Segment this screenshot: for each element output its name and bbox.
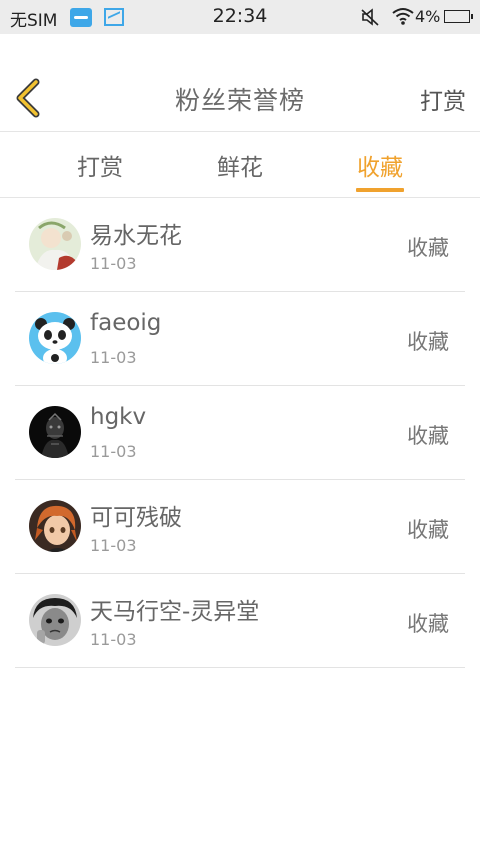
fan-date: 11-03 (90, 254, 137, 273)
list-item[interactable]: 易水无花 11-03 收藏 (15, 198, 465, 292)
tab-reward[interactable]: 打赏 (50, 148, 150, 182)
mute-icon (361, 8, 379, 26)
active-tab-indicator (356, 188, 404, 192)
avatar (29, 406, 81, 458)
battery-icon (444, 10, 473, 23)
favorite-label: 收藏 (407, 424, 449, 448)
fan-name: 可可残破 (90, 505, 182, 531)
fan-date: 11-03 (90, 442, 137, 461)
page-title: 粉丝荣誉榜 (174, 86, 305, 115)
avatar (29, 500, 81, 552)
list-item[interactable]: faeoig 11-03 收藏 (15, 292, 465, 386)
tab-flowers[interactable]: 鲜花 (190, 148, 290, 182)
list-item[interactable]: hgkv 11-03 收藏 (15, 386, 465, 480)
status-bar: 无SIM 22:34 4% (0, 0, 480, 34)
fan-name: faeoig (90, 310, 162, 336)
tab-favorites[interactable]: 收藏 (330, 148, 430, 182)
fan-name: hgkv (90, 404, 147, 430)
battery-percent: 4% (415, 7, 441, 26)
fan-list: 易水无花 11-03 收藏 faeoig 11-03 收藏 hgkv 11-03… (0, 198, 480, 668)
list-item[interactable]: 天马行空-灵异堂 11-03 收藏 (15, 574, 465, 668)
favorite-label: 收藏 (407, 236, 449, 260)
favorite-label: 收藏 (407, 518, 449, 542)
fan-date: 11-03 (90, 348, 137, 367)
wifi-icon (392, 8, 414, 25)
header-bar: 粉丝荣誉榜 打赏 (0, 34, 480, 132)
favorite-label: 收藏 (407, 612, 449, 636)
favorite-label: 收藏 (407, 330, 449, 354)
fan-date: 11-03 (90, 536, 137, 555)
reward-button[interactable]: 打赏 (420, 82, 466, 116)
avatar (29, 218, 81, 270)
list-item[interactable]: 可可残破 11-03 收藏 (15, 480, 465, 574)
avatar (29, 312, 81, 364)
fan-name: 天马行空-灵异堂 (90, 599, 260, 625)
fan-date: 11-03 (90, 630, 137, 649)
fan-name: 易水无花 (90, 223, 182, 249)
tab-bar: 打赏 鲜花 收藏 (0, 132, 480, 198)
avatar (29, 594, 81, 646)
